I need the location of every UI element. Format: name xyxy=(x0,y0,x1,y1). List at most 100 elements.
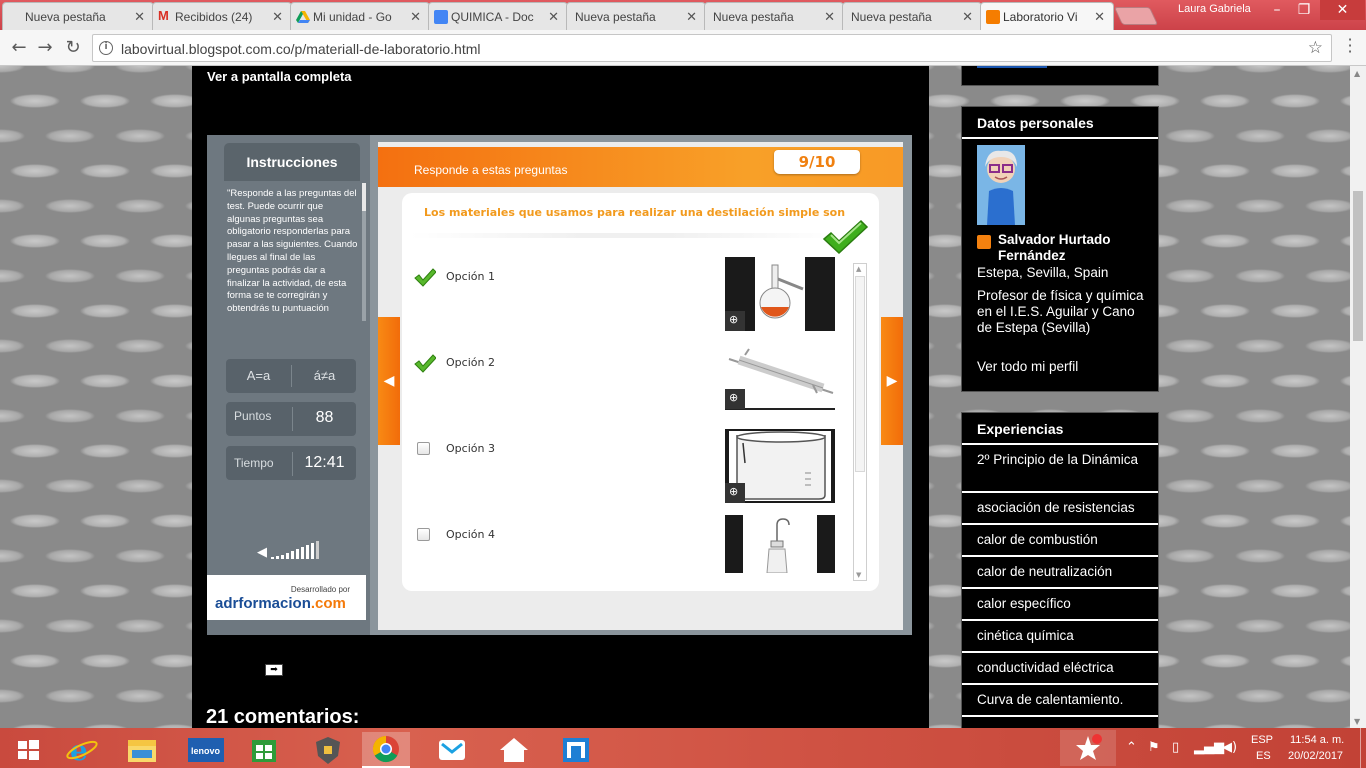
windows-start-icon[interactable] xyxy=(4,732,52,768)
tab-nueva-pestana-2[interactable]: Nueva pestaña ✕ xyxy=(566,2,706,30)
battery-icon[interactable]: ▯ xyxy=(1172,740,1179,755)
browser-tab-strip: Nueva pestaña ✕ M Recibidos (24) ✕ Mi un… xyxy=(0,0,1366,30)
mail-icon[interactable] xyxy=(428,732,476,768)
quiz-left-panel: Instrucciones "Responde a las preguntas … xyxy=(207,135,370,635)
home-icon[interactable] xyxy=(490,732,538,768)
close-tab-icon[interactable]: ✕ xyxy=(686,9,697,25)
lenovo-icon[interactable]: lenovo xyxy=(182,732,230,768)
option-2[interactable]: Opción 2 ⊕ xyxy=(402,343,862,430)
security-shield-icon[interactable] xyxy=(304,732,352,768)
file-explorer-icon[interactable] xyxy=(118,732,166,768)
tab-google-drive[interactable]: Mi unidad - Go ✕ xyxy=(290,2,430,30)
tab-nueva-pestana-3[interactable]: Nueva pestaña ✕ xyxy=(704,2,844,30)
close-tab-icon[interactable]: ✕ xyxy=(134,9,145,25)
close-tab-icon[interactable]: ✕ xyxy=(1094,9,1105,25)
experience-link[interactable]: calor de combustión xyxy=(962,525,1158,557)
clock-date[interactable]: 20/02/2017 xyxy=(1288,750,1343,762)
experience-link[interactable]: Curva de calentamiento. xyxy=(962,685,1158,717)
input-language[interactable]: ESP xyxy=(1251,734,1273,746)
page-scroll-thumb[interactable] xyxy=(1353,191,1363,341)
page-scrollbar[interactable]: ▲ ▼ xyxy=(1350,66,1366,728)
tray-app-icon[interactable] xyxy=(1060,730,1116,766)
font-accent-toggle[interactable]: A=a á≠a xyxy=(226,359,356,393)
remote-app-icon[interactable] xyxy=(552,732,600,768)
internet-explorer-icon[interactable]: e xyxy=(58,732,106,768)
maximize-icon[interactable]: ❐ xyxy=(1290,0,1318,20)
scroll-up-icon[interactable]: ▲ xyxy=(1354,69,1360,78)
view-full-profile-link[interactable]: Ver todo mi perfil xyxy=(977,359,1078,374)
round-bottom-flask-image[interactable]: ⊕ xyxy=(725,257,835,331)
chrome-taskbar-button[interactable] xyxy=(362,732,410,768)
tab-nueva-pestana-1[interactable]: Nueva pestaña ✕ xyxy=(2,2,154,30)
close-tab-icon[interactable]: ✕ xyxy=(272,9,283,25)
url-text[interactable]: labovirtual.blogspot.com.co/p/materiall-… xyxy=(121,41,481,57)
close-tab-icon[interactable]: ✕ xyxy=(962,9,973,25)
instructions-scrollbar[interactable] xyxy=(362,183,366,321)
experience-link[interactable]: asociación de resistencias xyxy=(962,493,1158,525)
chrome-icon xyxy=(372,735,399,763)
scroll-down-icon[interactable]: ▼ xyxy=(1354,717,1360,726)
option-4[interactable]: Opción 4 xyxy=(402,515,862,582)
toggle-accent[interactable]: á≠a xyxy=(292,359,357,393)
chrome-menu-icon[interactable]: · · · xyxy=(1344,32,1356,60)
zoom-icon[interactable]: ⊕ xyxy=(725,389,745,409)
tab-google-docs[interactable]: QUIMICA - Doc ✕ xyxy=(428,2,568,30)
new-tab-button[interactable] xyxy=(1113,7,1159,25)
zoom-icon[interactable]: ⊕ xyxy=(725,483,745,503)
close-tab-icon[interactable]: ✕ xyxy=(548,9,559,25)
minimize-icon[interactable]: – xyxy=(1263,0,1291,20)
address-bar[interactable]: i labovirtual.blogspot.com.co/p/material… xyxy=(92,34,1332,62)
checked-icon[interactable] xyxy=(414,354,436,374)
close-tab-icon[interactable]: ✕ xyxy=(410,9,421,25)
wifi-signal-icon[interactable]: ▂▄▆ xyxy=(1194,740,1224,755)
close-window-icon[interactable]: ✕ xyxy=(1320,0,1365,20)
tab-nueva-pestana-4[interactable]: Nueva pestaña ✕ xyxy=(842,2,982,30)
next-question-arrow[interactable]: ▶ xyxy=(881,317,903,445)
previous-question-arrow[interactable]: ◀ xyxy=(378,317,400,445)
tab-gmail[interactable]: M Recibidos (24) ✕ xyxy=(152,2,292,30)
option-label[interactable]: Opción 2 xyxy=(446,356,495,369)
experience-link[interactable]: 2º Principio de la Dinámica xyxy=(962,445,1158,493)
tab-laboratorio-virtual[interactable]: Laboratorio Vi ✕ xyxy=(980,2,1114,30)
unchecked-checkbox[interactable] xyxy=(417,528,430,541)
beaker-image[interactable]: ⊕ xyxy=(725,429,835,503)
unchecked-checkbox[interactable] xyxy=(417,442,430,455)
keyboard-layout[interactable]: ES xyxy=(1256,750,1271,762)
condenser-image[interactable]: ⊕ xyxy=(725,343,835,417)
experience-link[interactable]: calor específico xyxy=(962,589,1158,621)
profile-name[interactable]: Salvador Hurtado Fernández xyxy=(998,232,1138,264)
fullscreen-link[interactable]: Ver a pantalla completa xyxy=(207,69,352,84)
option-3[interactable]: Opción 3 ⊕ xyxy=(402,429,862,516)
site-info-icon[interactable]: i xyxy=(99,41,113,55)
experience-link[interactable]: conductividad eléctrica xyxy=(962,653,1158,685)
profile-avatar[interactable] xyxy=(977,145,1025,225)
flag-icon[interactable]: ⚑ xyxy=(1148,740,1160,755)
profile-user-name[interactable]: Laura Gabriela xyxy=(1178,3,1251,15)
checked-icon[interactable] xyxy=(414,268,436,288)
experience-link[interactable]: calor de neutralización xyxy=(962,557,1158,589)
option-label[interactable]: Opción 3 xyxy=(446,442,495,455)
options-scrollbar[interactable]: ▲ ▼ xyxy=(853,263,867,581)
volume-icon[interactable]: ◀) xyxy=(1222,740,1237,755)
close-tab-icon[interactable]: ✕ xyxy=(824,9,835,25)
option-label[interactable]: Opción 4 xyxy=(446,528,495,541)
speaker-icon[interactable]: ◀ xyxy=(257,545,267,560)
show-desktop-button[interactable] xyxy=(1360,728,1366,768)
option-label[interactable]: Opción 1 xyxy=(446,270,495,283)
options-scroll-thumb[interactable] xyxy=(855,276,865,472)
wash-bottle-image[interactable] xyxy=(725,515,835,573)
zoom-icon[interactable]: ⊕ xyxy=(725,311,745,331)
volume-control[interactable]: ◀ xyxy=(257,541,327,563)
show-hidden-icons[interactable]: ⌃ xyxy=(1126,740,1137,755)
clock-time[interactable]: 11:54 a. m. xyxy=(1290,734,1344,746)
windows-store-icon[interactable] xyxy=(240,732,288,768)
experience-link[interactable]: cinética química xyxy=(962,621,1158,653)
toggle-a-equals-a[interactable]: A=a xyxy=(226,359,291,393)
adrformacion-logo[interactable]: Desarrollado por adrformacion.com xyxy=(207,575,366,620)
option-1[interactable]: Opción 1 ⊕ xyxy=(402,257,862,344)
bookmark-star-icon[interactable]: ☆ xyxy=(1308,38,1323,58)
share-arrow-icon[interactable]: ➡ xyxy=(265,664,283,676)
reload-icon[interactable]: ↻ xyxy=(62,37,84,59)
back-arrow-icon[interactable]: ← xyxy=(8,37,30,59)
forward-arrow-icon[interactable]: → xyxy=(34,37,56,59)
